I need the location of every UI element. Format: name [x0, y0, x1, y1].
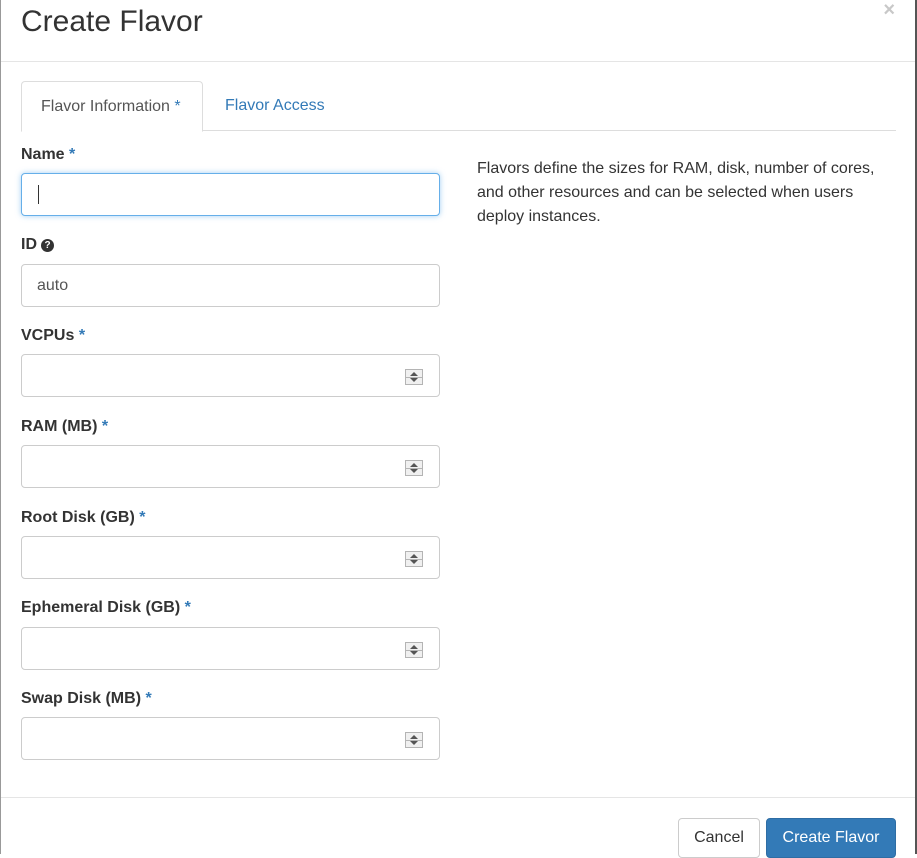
required-mark: *: [139, 509, 146, 526]
required-mark: *: [174, 98, 181, 115]
required-mark: *: [101, 418, 109, 435]
label-text: Name: [21, 146, 65, 163]
stepper-down-icon[interactable]: [410, 651, 418, 655]
stepper-up-icon[interactable]: [410, 645, 418, 649]
label-text: Swap Disk (MB): [21, 690, 142, 707]
label-text: Ephemeral Disk (GB): [21, 599, 181, 616]
required-mark: *: [69, 146, 76, 163]
vcpus-input[interactable]: [21, 354, 440, 397]
label-text: VCPUs: [21, 327, 75, 344]
modal-footer: Cancel Create Flavor: [1, 797, 915, 858]
id-input[interactable]: auto: [21, 264, 440, 307]
stepper-up-icon[interactable]: [410, 463, 418, 467]
required-mark: *: [145, 690, 152, 707]
stepper-up-icon[interactable]: [410, 735, 418, 739]
flavor-description: Flavors define the sizes for RAM, disk, …: [477, 160, 875, 225]
root-disk-stepper[interactable]: [405, 551, 423, 567]
label-text: ID: [21, 236, 37, 253]
swap-disk-input[interactable]: [21, 717, 440, 760]
vcpus-label: VCPUs *: [21, 327, 85, 345]
id-label: ID?: [21, 236, 54, 254]
stepper-down-icon[interactable]: [410, 560, 418, 564]
stepper-down-icon[interactable]: [410, 378, 418, 382]
root-disk-input[interactable]: [21, 536, 440, 579]
create-flavor-button[interactable]: Create Flavor: [766, 818, 896, 858]
close-icon[interactable]: ×: [883, 0, 895, 20]
swap-disk-stepper[interactable]: [405, 732, 423, 748]
tab-flavor-information[interactable]: Flavor Information *: [21, 81, 203, 132]
name-input[interactable]: [21, 173, 440, 216]
name-label: Name *: [21, 146, 75, 164]
modal-header: Create Flavor ×: [1, 0, 915, 62]
required-mark: *: [184, 599, 191, 616]
question-circle-icon[interactable]: ?: [41, 239, 54, 252]
stepper-up-icon[interactable]: [410, 554, 418, 558]
root-disk-label: Root Disk (GB) *: [21, 509, 145, 527]
ephemeral-disk-label: Ephemeral Disk (GB) *: [21, 599, 191, 617]
ephemeral-disk-stepper[interactable]: [405, 642, 423, 658]
required-mark: *: [78, 327, 86, 344]
ram-label: RAM (MB) *: [21, 418, 108, 436]
label-text: RAM (MB): [21, 418, 98, 435]
ram-input[interactable]: [21, 445, 440, 488]
stepper-up-icon[interactable]: [410, 372, 418, 376]
label-text: Root Disk (GB): [21, 509, 135, 526]
create-flavor-modal: Create Flavor × Flavor Information * Fla…: [0, 0, 917, 858]
text-cursor: [38, 185, 39, 204]
ephemeral-disk-input[interactable]: [21, 627, 440, 670]
swap-disk-label: Swap Disk (MB) *: [21, 690, 152, 708]
ram-stepper[interactable]: [405, 460, 423, 476]
tab-label: Flavor Access: [225, 97, 325, 114]
tab-bar: Flavor Information * Flavor Access: [21, 81, 896, 132]
vcpus-stepper[interactable]: [405, 369, 423, 385]
tab-flavor-access[interactable]: Flavor Access: [206, 81, 344, 131]
modal-title: Create Flavor: [21, 5, 203, 38]
tab-label: Flavor Information: [41, 98, 170, 115]
stepper-down-icon[interactable]: [410, 741, 418, 745]
stepper-down-icon[interactable]: [410, 469, 418, 473]
id-value: auto: [37, 277, 69, 294]
cancel-button[interactable]: Cancel: [678, 818, 760, 858]
